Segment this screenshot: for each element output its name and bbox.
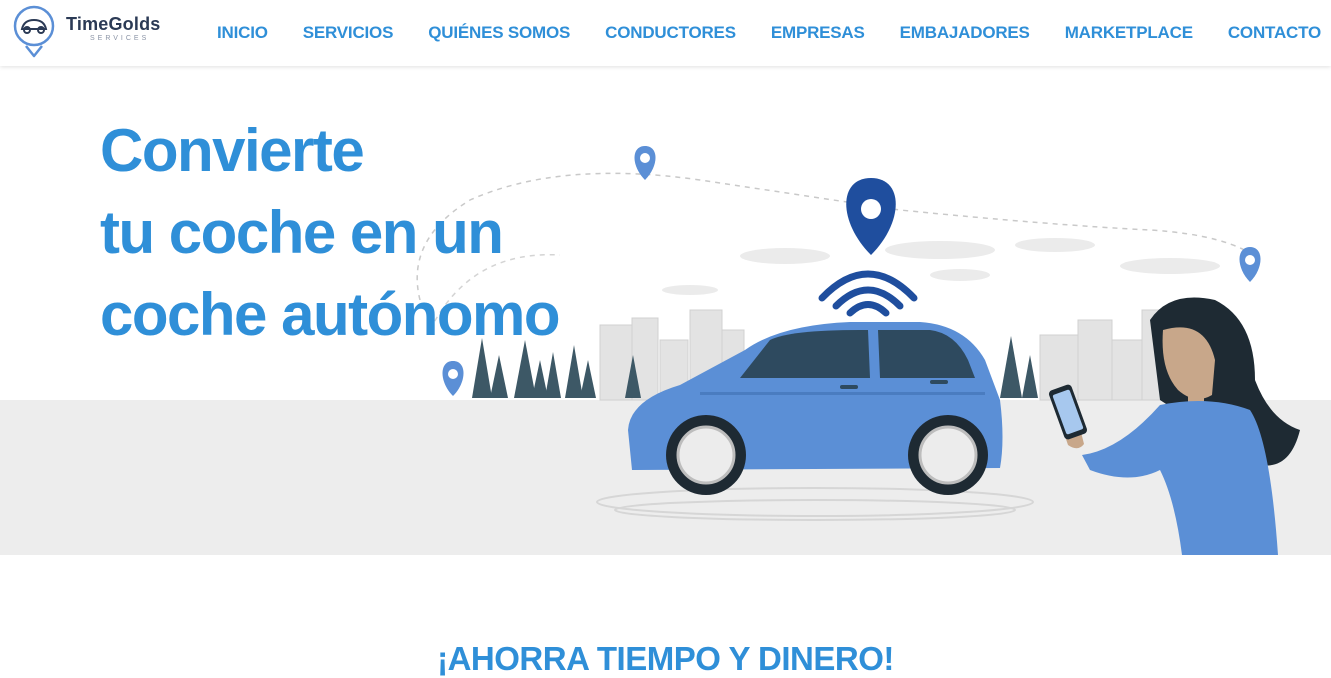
location-pin-icon-3	[442, 361, 464, 396]
nav-empresas[interactable]: EMPRESAS	[771, 23, 865, 43]
nav-marketplace[interactable]: MARKETPLACE	[1065, 23, 1193, 43]
hero-section: Convierte tu coche en un coche autónomo	[0, 66, 1331, 555]
brand-logo[interactable]: TimeGolds SERVICES	[12, 4, 182, 58]
nav-contacto[interactable]: CONTACTO	[1228, 23, 1321, 43]
wifi-signal-icon	[818, 270, 918, 317]
headline-line-1: Convierte	[100, 117, 365, 184]
nav-inicio[interactable]: INICIO	[217, 23, 268, 43]
headline-line-2: tu coche en un	[100, 199, 504, 266]
clouds	[662, 238, 1220, 295]
logo-pin-icon	[13, 5, 55, 58]
location-pin-icon	[634, 146, 656, 180]
main-nav: INICIO SERVICIOS QUIÉNES SOMOS CONDUCTOR…	[182, 0, 1321, 66]
brand-subtitle: SERVICES	[90, 35, 150, 42]
section-title: ¡AHORRA TIEMPO Y DINERO!	[437, 640, 894, 677]
location-pin-icon-2	[1239, 247, 1261, 282]
brand-name: TimeGolds	[66, 14, 161, 34]
headline-line-3: coche autónomo	[100, 281, 561, 348]
nav-quienes-somos[interactable]: QUIÉNES SOMOS	[428, 23, 570, 43]
site-header: TimeGolds SERVICES INICIO SERVICIOS QUIÉ…	[0, 0, 1331, 66]
main-location-pin-icon	[846, 178, 896, 255]
nav-embajadores[interactable]: EMBAJADORES	[900, 23, 1030, 43]
buildings-right	[1039, 309, 1169, 401]
nav-conductores[interactable]: CONDUCTORES	[605, 23, 736, 43]
nav-servicios[interactable]: SERVICIOS	[303, 23, 394, 43]
hero-headline: Convierte tu coche en un coche autónomo	[100, 110, 561, 356]
